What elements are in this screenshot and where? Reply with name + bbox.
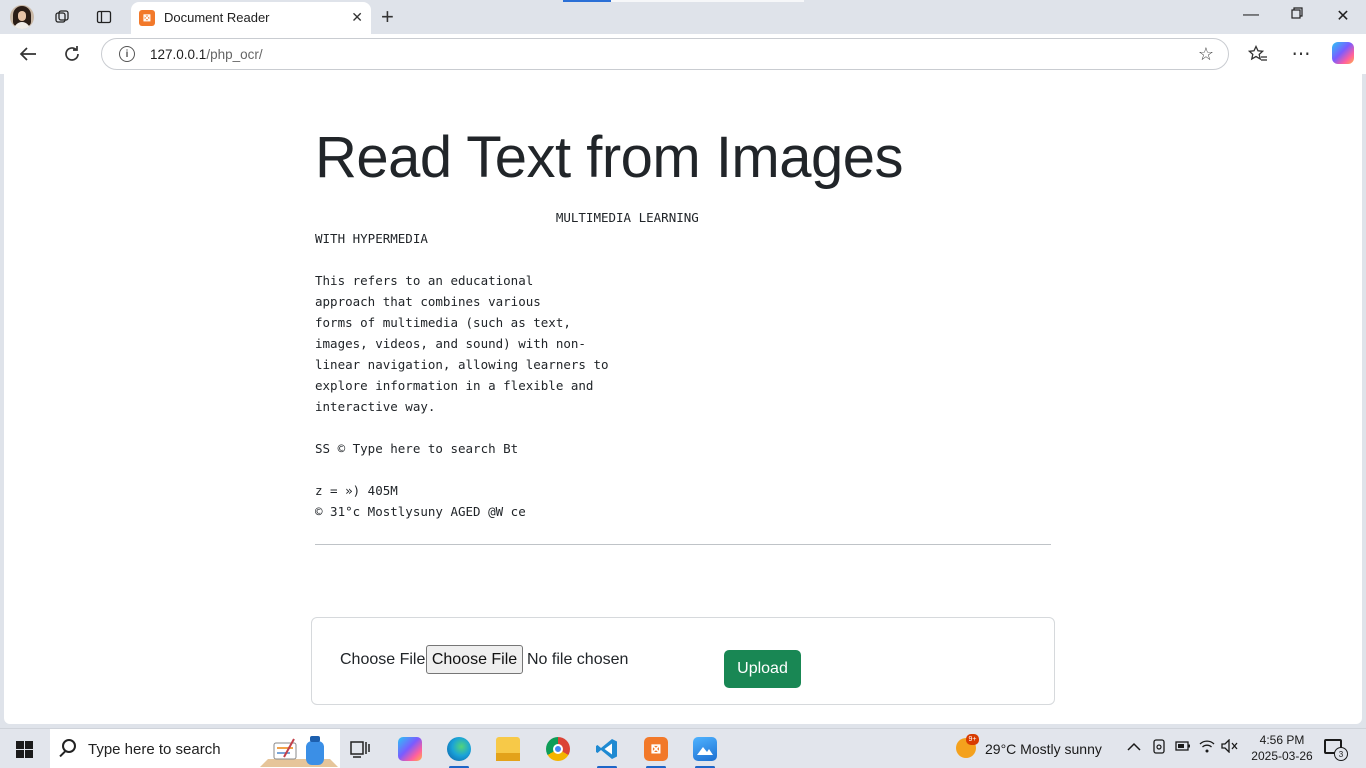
edge-browser-icon[interactable] bbox=[439, 733, 479, 768]
close-tab-icon[interactable]: ✕ bbox=[351, 9, 363, 26]
notification-count-badge: 3 bbox=[1334, 747, 1348, 761]
copilot-taskbar-icon[interactable] bbox=[390, 733, 430, 765]
url-host: 127.0.0.1 bbox=[150, 47, 207, 62]
taskbar-search-box[interactable]: Type here to search bbox=[50, 729, 340, 768]
battery-icon[interactable] bbox=[1175, 739, 1191, 755]
tab-actions-icon[interactable] bbox=[91, 5, 117, 29]
show-hidden-icons-chevron-icon[interactable] bbox=[1127, 739, 1141, 755]
speaker-muted-icon[interactable] bbox=[1221, 738, 1239, 756]
profile-avatar[interactable] bbox=[10, 5, 34, 29]
search-placeholder: Type here to search bbox=[88, 741, 221, 758]
search-icon bbox=[62, 739, 76, 753]
divider bbox=[315, 544, 1051, 545]
refresh-icon[interactable] bbox=[59, 42, 85, 66]
copilot-icon[interactable] bbox=[1332, 42, 1354, 64]
ocr-result-text: MULTIMEDIA LEARNING WITH HYPERMEDIA This… bbox=[315, 210, 699, 519]
tab-title: Document Reader bbox=[164, 10, 270, 25]
xampp-icon[interactable]: ⊠ bbox=[636, 733, 676, 768]
choose-file-button[interactable]: Choose File bbox=[426, 645, 523, 674]
chrome-icon[interactable] bbox=[538, 733, 578, 765]
new-tab-button[interactable]: + bbox=[381, 4, 394, 30]
windows-start-icon[interactable] bbox=[16, 741, 33, 758]
weather-notification-badge: 9+ bbox=[966, 734, 979, 745]
site-info-icon[interactable]: i bbox=[119, 46, 135, 62]
photos-icon[interactable] bbox=[685, 733, 725, 768]
address-bar[interactable]: i 127.0.0.1/php_ocr/ ☆ bbox=[101, 38, 1229, 70]
url-text: 127.0.0.1/php_ocr/ bbox=[150, 47, 263, 62]
windows-taskbar: Type here to search ⊠ 9+ 29°C Mostly sun… bbox=[0, 728, 1366, 768]
favorites-icon[interactable] bbox=[1245, 42, 1271, 66]
back-arrow-icon[interactable] bbox=[15, 42, 41, 66]
more-menu-icon[interactable]: ⋯ bbox=[1288, 42, 1314, 66]
favorite-star-icon[interactable]: ☆ bbox=[1198, 44, 1214, 65]
search-highlight-illustration-icon bbox=[260, 736, 338, 767]
weather-text: 29°C Mostly sunny bbox=[985, 741, 1102, 757]
loading-track bbox=[611, 0, 804, 2]
browser-toolbar: i 127.0.0.1/php_ocr/ ☆ ⋯ bbox=[0, 34, 1366, 74]
browser-titlebar: ⊠ Document Reader ✕ + — ✕ bbox=[0, 0, 1366, 34]
vscode-icon[interactable] bbox=[587, 733, 627, 768]
loading-indicator bbox=[563, 0, 611, 2]
clock-date: 2025-03-26 bbox=[1251, 749, 1313, 763]
file-status-text: No file chosen bbox=[527, 651, 629, 668]
device-tray-icon[interactable] bbox=[1152, 739, 1166, 758]
restore-icon[interactable] bbox=[1282, 6, 1312, 24]
clock-time: 4:56 PM bbox=[1259, 733, 1305, 747]
upload-form-card: Choose File Choose File No file chosen U… bbox=[311, 617, 1055, 705]
task-view-icon[interactable] bbox=[340, 733, 380, 765]
taskbar-clock[interactable]: 4:56 PM 2025-03-26 bbox=[1242, 732, 1322, 764]
wifi-icon[interactable] bbox=[1199, 739, 1215, 756]
file-input-label: Choose File bbox=[340, 651, 426, 668]
page-viewport: Read Text from Images MULTIMEDIA LEARNIN… bbox=[4, 74, 1362, 724]
notification-center-icon[interactable]: 3 bbox=[1324, 739, 1348, 761]
file-explorer-icon[interactable] bbox=[488, 733, 528, 765]
page-title: Read Text from Images bbox=[315, 125, 904, 190]
minimize-icon[interactable]: — bbox=[1236, 6, 1266, 24]
xampp-favicon-icon: ⊠ bbox=[139, 10, 155, 26]
upload-button[interactable]: Upload bbox=[724, 650, 801, 688]
close-window-icon[interactable]: ✕ bbox=[1328, 6, 1358, 26]
url-path: /php_ocr/ bbox=[206, 47, 263, 62]
tab-document-reader[interactable]: ⊠ Document Reader ✕ bbox=[131, 2, 371, 34]
workspaces-icon[interactable] bbox=[49, 5, 75, 29]
